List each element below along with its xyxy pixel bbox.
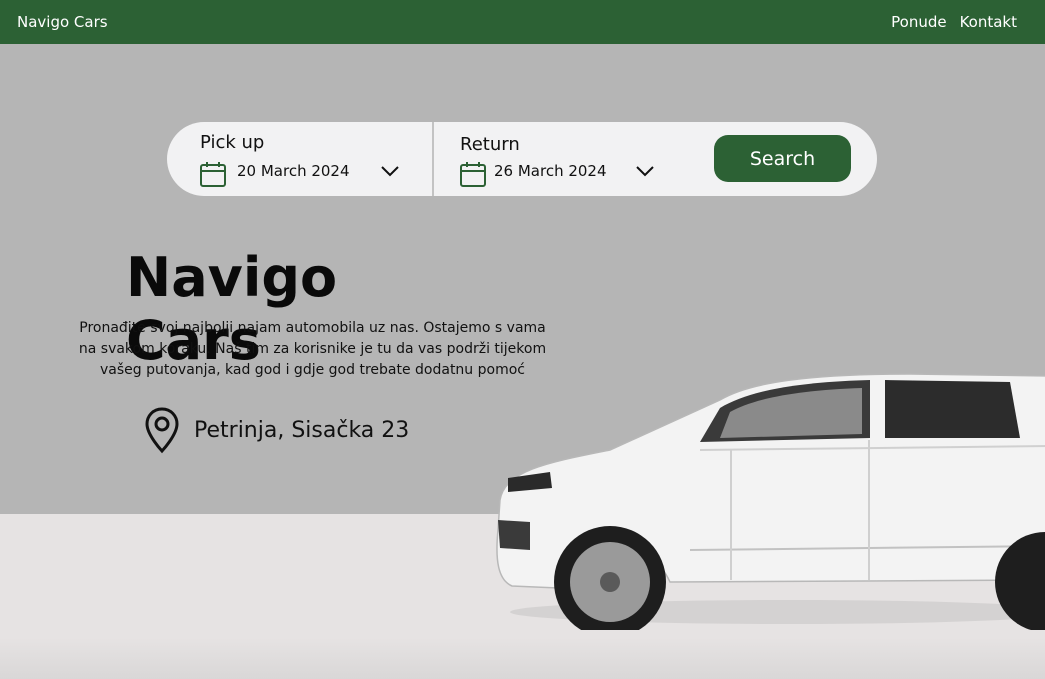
return-date-field[interactable]: Return 26 March 2024 [433, 122, 693, 196]
brand-logo-text[interactable]: Navigo Cars [17, 13, 108, 31]
location-address: Petrinja, Sisačka 23 [194, 417, 410, 443]
top-navbar: Navigo Cars Ponude Kontakt [0, 0, 1045, 44]
search-bar: Pick up 20 March 2024 Return 26 March 20… [167, 122, 877, 196]
location-pin-icon [145, 407, 179, 454]
calendar-icon [200, 162, 226, 187]
return-date-value: 26 March 2024 [494, 162, 607, 180]
pickup-date-value: 20 March 2024 [237, 162, 350, 180]
calendar-icon [460, 162, 486, 187]
search-button[interactable]: Search [714, 135, 851, 182]
chevron-down-icon[interactable] [635, 164, 655, 178]
hero-description-line: Pronađite svoj najbolji najam automobila… [79, 320, 546, 336]
location-info: Petrinja, Sisačka 23 [143, 406, 409, 454]
chevron-down-icon[interactable] [380, 164, 400, 178]
nav-link-ponude[interactable]: Ponude [891, 13, 946, 31]
nav-link-kontakt[interactable]: Kontakt [960, 13, 1017, 31]
car-image [496, 373, 1045, 630]
pickup-date-field[interactable]: Pick up 20 March 2024 [167, 122, 432, 196]
return-label: Return [460, 134, 520, 155]
main-nav: Ponude Kontakt [891, 13, 1017, 31]
pickup-label: Pick up [200, 132, 265, 153]
